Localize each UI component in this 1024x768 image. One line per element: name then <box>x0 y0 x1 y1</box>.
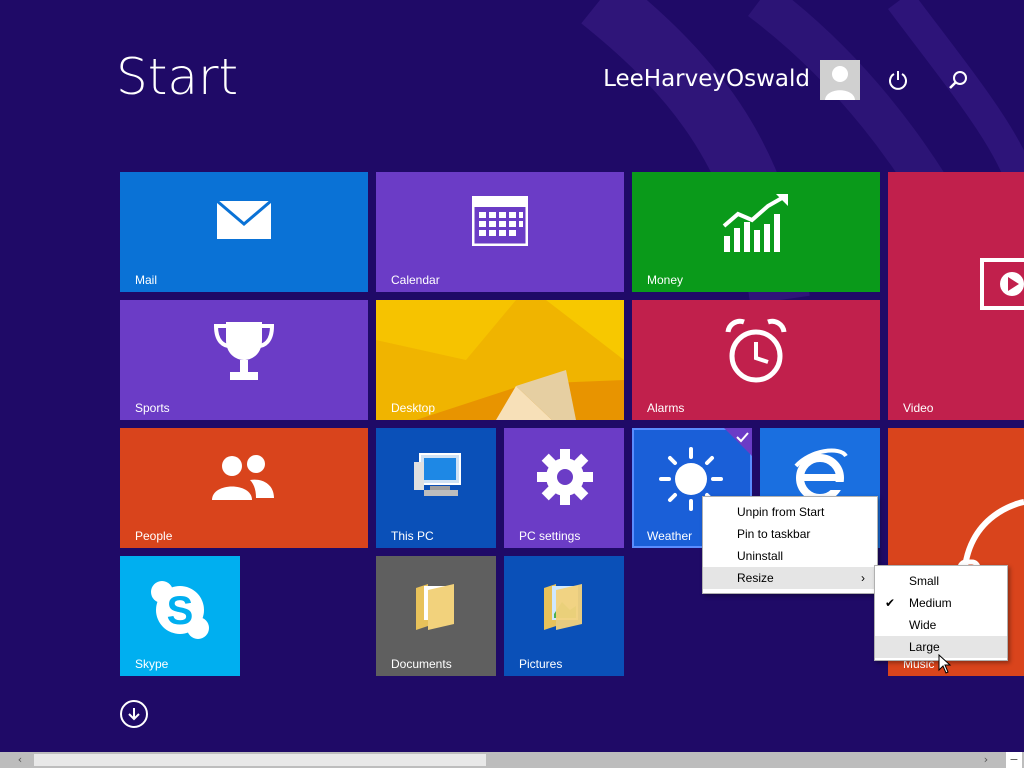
tile-context-menu: Unpin from Start Pin to taskbar Uninstal… <box>702 496 878 594</box>
search-icon <box>949 71 967 89</box>
tile-skype[interactable]: S Skype <box>120 556 240 676</box>
menu-item-resize[interactable]: Resize › <box>703 567 877 589</box>
calendar-icon <box>472 196 528 246</box>
folder-icon <box>544 584 582 630</box>
menu-item-small[interactable]: Small <box>875 570 1007 592</box>
envelope-icon <box>216 200 272 239</box>
tile-mail[interactable]: Mail <box>120 172 368 292</box>
tile-label: Pictures <box>519 657 563 671</box>
menu-item-label: Resize <box>737 571 774 585</box>
people-icon <box>212 455 274 500</box>
tile-people[interactable]: People <box>120 428 368 548</box>
tile-pc-settings[interactable]: PC settings <box>504 428 624 548</box>
tile-label: Calendar <box>391 273 440 287</box>
horizontal-scrollbar[interactable]: ‹ › − <box>0 752 1024 768</box>
all-apps-button[interactable] <box>120 700 148 728</box>
menu-item-label: Medium <box>909 596 952 610</box>
scroll-left-button[interactable]: ‹ <box>12 752 28 768</box>
tile-this-pc[interactable]: This PC <box>376 428 496 548</box>
menu-item-label: Large <box>909 640 940 654</box>
menu-item-unpin[interactable]: Unpin from Start <box>703 501 877 523</box>
page-title: Start <box>116 48 239 106</box>
tile-label: This PC <box>391 529 434 543</box>
gear-icon <box>537 449 593 505</box>
tile-label: Weather <box>647 529 693 543</box>
svg-text:S: S <box>167 589 194 633</box>
tile-label: PC settings <box>519 529 581 543</box>
scroll-thumb[interactable] <box>34 754 486 766</box>
skype-icon: S <box>151 581 209 639</box>
tile-alarms[interactable]: Alarms <box>632 300 880 420</box>
tile-label: People <box>135 529 173 543</box>
tile-label: Desktop <box>391 401 436 415</box>
tile-label: Money <box>647 273 684 287</box>
folder-icon <box>416 584 454 630</box>
menu-item-uninstall[interactable]: Uninstall <box>703 545 877 567</box>
trophy-icon <box>213 322 275 380</box>
power-icon <box>889 71 907 90</box>
tile-video[interactable]: Video <box>888 172 1024 420</box>
chart-icon <box>722 194 788 252</box>
tile-pictures[interactable]: Pictures <box>504 556 624 676</box>
tile-sports[interactable]: Sports <box>120 300 368 420</box>
menu-item-label: Pin to taskbar <box>737 527 811 541</box>
tile-label: Mail <box>135 273 158 287</box>
selected-check-icon <box>724 428 752 456</box>
menu-item-label: Wide <box>909 618 937 632</box>
computer-icon <box>414 453 461 496</box>
user-name[interactable]: LeeHarveyOswald <box>603 66 810 92</box>
play-icon <box>980 258 1024 310</box>
tile-label: Alarms <box>647 401 685 415</box>
chevron-right-icon: › <box>861 571 865 585</box>
zoom-out-button[interactable]: − <box>1006 752 1022 768</box>
avatar[interactable] <box>820 60 860 100</box>
menu-item-label: Unpin from Start <box>737 505 825 519</box>
tile-label: Sports <box>135 401 170 415</box>
menu-item-label: Small <box>909 574 940 588</box>
search-button[interactable] <box>944 66 972 94</box>
power-button[interactable] <box>884 66 912 94</box>
menu-item-pin-taskbar[interactable]: Pin to taskbar <box>703 523 877 545</box>
tile-desktop[interactable]: Desktop <box>376 300 624 420</box>
tile-documents[interactable]: Documents <box>376 556 496 676</box>
tile-calendar[interactable]: Calendar <box>376 172 624 292</box>
alarm-clock-icon <box>725 318 787 383</box>
menu-item-wide[interactable]: Wide <box>875 614 1007 636</box>
tile-label: Skype <box>135 657 169 671</box>
resize-submenu: Small ✔ Medium Wide Large <box>874 565 1008 661</box>
arrow-down-icon <box>128 708 140 721</box>
mouse-cursor-icon <box>938 654 952 674</box>
tile-label: Video <box>903 401 934 415</box>
user-silhouette-icon <box>820 60 860 100</box>
tile-money[interactable]: Money <box>632 172 880 292</box>
menu-item-label: Uninstall <box>737 549 784 563</box>
tile-label: Documents <box>391 657 452 671</box>
checkmark-icon: ✔ <box>885 596 896 610</box>
menu-item-medium[interactable]: ✔ Medium <box>875 592 1007 614</box>
scroll-right-button[interactable]: › <box>978 752 994 768</box>
